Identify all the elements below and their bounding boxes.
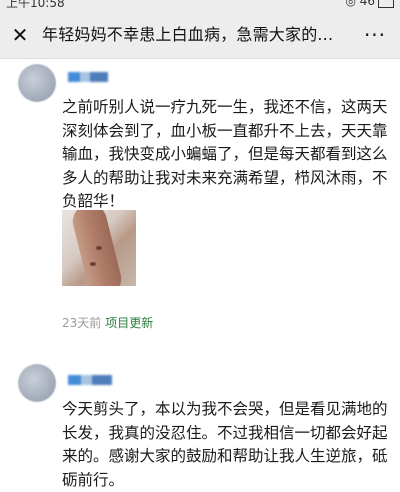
more-options-icon[interactable]: ··· — [360, 24, 390, 46]
post-image-bruise — [90, 262, 96, 266]
post-item: 之前听别人说一疗九死一生，我还不信，这两天深刻体会到了，血小板一直都升不上去，天… — [0, 58, 400, 338]
avatar[interactable] — [18, 64, 56, 102]
username-blurred[interactable] — [68, 375, 112, 385]
post-image[interactable] — [62, 210, 136, 286]
post-meta: 23天前 项目更新 — [62, 314, 153, 331]
status-indicators: ◎ 46 — [345, 0, 394, 8]
nav-bar: ✕ 年轻妈妈不幸患上白血病，急需大家的... ··· — [0, 14, 400, 59]
status-right-text: ◎ 46 — [345, 0, 375, 8]
avatar[interactable] — [18, 364, 56, 402]
post-image-bruise — [96, 246, 102, 250]
post-text: 今天剪头了，本以为我不会哭，但是看见满地的长发，我真的没忍住。不过我相信一切都会… — [62, 400, 388, 489]
post-time: 23天前 — [62, 316, 102, 330]
close-icon[interactable]: ✕ — [9, 24, 31, 46]
page-title: 年轻妈妈不幸患上白血病，急需大家的... — [42, 25, 334, 44]
username-blurred[interactable] — [68, 72, 108, 82]
status-time: 上午10:58 — [6, 0, 65, 10]
post-text: 之前听别人说一疗九死一生，我还不信，这两天深刻体会到了，血小板一直都升不上去，天… — [62, 98, 388, 210]
status-bar: 上午10:58 ◎ 46 — [0, 0, 400, 14]
post-item: 今天剪头了，本以为我不会哭，但是看见满地的长发，我真的没忍住。不过我相信一切都会… — [0, 358, 400, 489]
battery-icon — [378, 0, 394, 8]
post-tag[interactable]: 项目更新 — [105, 316, 153, 330]
